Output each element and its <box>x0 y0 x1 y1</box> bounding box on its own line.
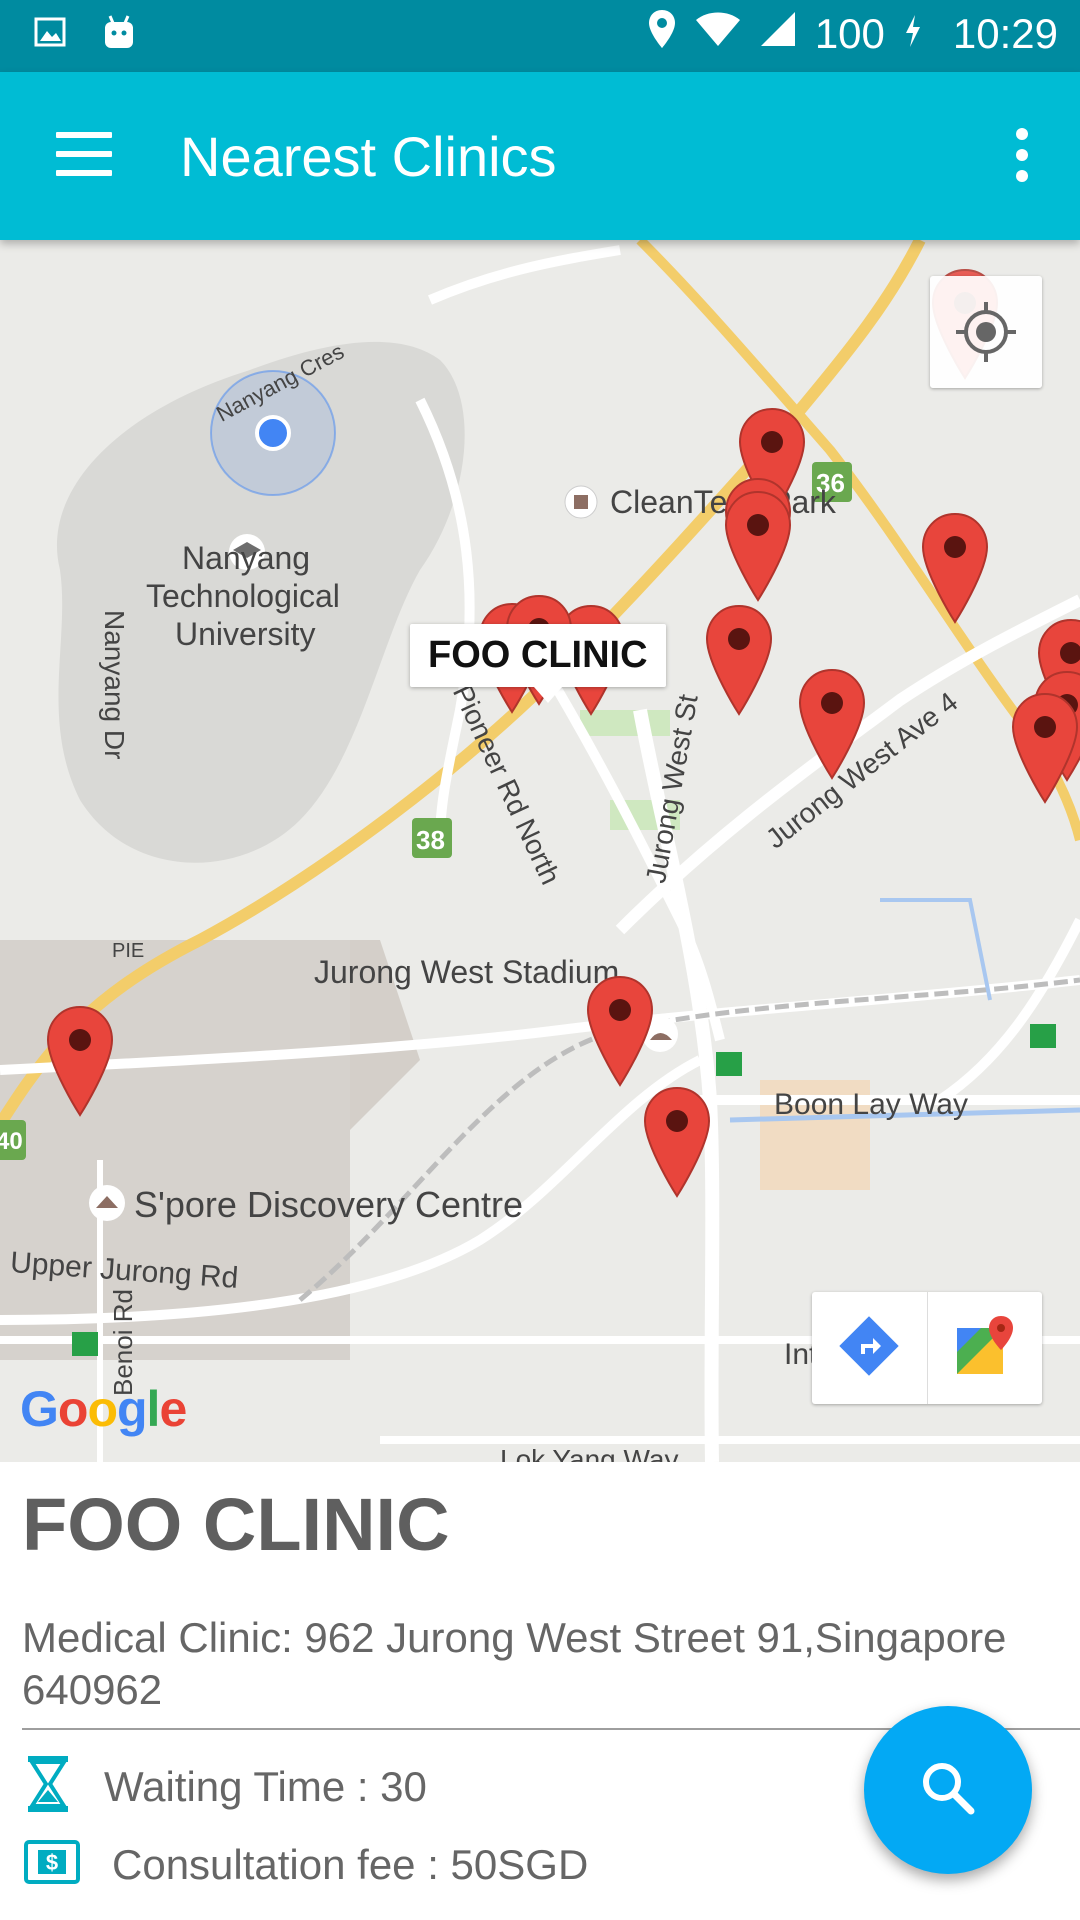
google-logo: Google <box>20 1381 187 1437</box>
wifi-icon <box>695 10 741 58</box>
label-jurong-west-stadium: Jurong West Stadium <box>314 954 620 990</box>
label-nanyang-dr: Nanyang Dr <box>99 610 130 760</box>
page-title: Nearest Clinics <box>180 125 557 188</box>
location-icon <box>647 8 677 60</box>
label-pie: PIE <box>112 940 145 962</box>
marker-info-window[interactable]: FOO CLINIC <box>410 624 666 703</box>
clinic-marker[interactable] <box>704 604 774 716</box>
google-maps-icon <box>953 1314 1017 1383</box>
search-fab[interactable] <box>864 1706 1032 1874</box>
clinic-marker[interactable] <box>920 512 990 624</box>
battery-charging-icon <box>903 10 923 58</box>
clinic-marker[interactable] <box>585 975 655 1087</box>
clinic-marker[interactable] <box>1010 692 1080 804</box>
clinic-marker[interactable] <box>642 1086 712 1198</box>
my-location-button[interactable] <box>930 276 1042 388</box>
cell-signal-icon <box>759 10 797 58</box>
map-view[interactable]: 36 38 40 Nanyang Cres CleanTech Park Nan… <box>0 240 1080 1462</box>
label-boon-lay-way: Boon Lay Way <box>774 1088 968 1121</box>
gallery-icon <box>34 17 66 52</box>
battery-level: 100 <box>814 10 885 57</box>
directions-icon <box>839 1315 899 1381</box>
label-ntu-line2: Technological <box>146 578 340 614</box>
app-bar: Nearest Clinics <box>0 72 1080 240</box>
label-ntu-line3: University <box>175 616 316 652</box>
waiting-time: Waiting Time : 30 <box>104 1762 427 1810</box>
clock: 10:29 <box>952 10 1058 57</box>
route-shield-40: 40 <box>0 1128 23 1155</box>
hamburger-menu-icon[interactable] <box>56 132 112 176</box>
clinic-marker[interactable] <box>723 490 793 602</box>
open-in-maps-button[interactable] <box>926 1292 1043 1404</box>
android-icon <box>102 14 136 55</box>
clinic-marker[interactable] <box>797 668 867 780</box>
label-spore-discovery-centre: S'pore Discovery Centre <box>134 1184 524 1225</box>
route-shield-38: 38 <box>416 825 445 855</box>
directions-button[interactable] <box>812 1292 927 1404</box>
svg-text:$: $ <box>46 1850 58 1875</box>
consultation-fee: Consultation fee : 50SGD <box>112 1840 589 1888</box>
label-lok-yang-way: Lok Yang Way <box>500 1444 679 1462</box>
dollar-icon: $ <box>22 1838 82 1891</box>
my-location-icon <box>930 302 1042 392</box>
status-bar: 100 10:29 <box>0 0 1080 72</box>
clinic-address: Medical Clinic: 962 Jurong West Street 9… <box>22 1614 1007 1713</box>
hourglass-icon <box>22 1752 74 1821</box>
clinic-name: FOO CLINIC <box>22 1483 450 1566</box>
map-toolbar <box>812 1292 1042 1404</box>
consultation-fee-row: $ Consultation fee : 50SGD <box>22 1838 588 1891</box>
waiting-time-row: Waiting Time : 30 <box>22 1752 427 1821</box>
search-icon <box>917 1757 979 1824</box>
more-vert-icon[interactable] <box>1016 128 1030 182</box>
label-ntu-line1: Nanyang <box>182 540 311 576</box>
clinic-marker[interactable] <box>45 1005 115 1117</box>
